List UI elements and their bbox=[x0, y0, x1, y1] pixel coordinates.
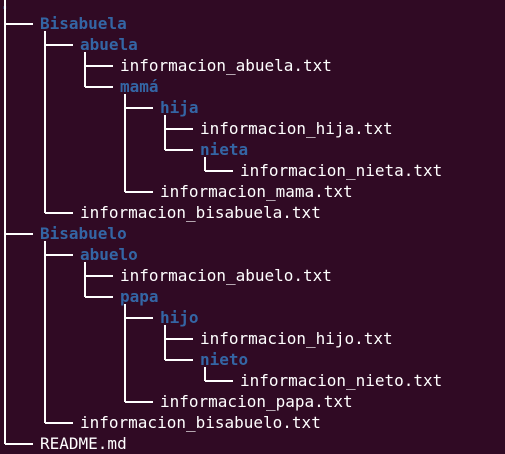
tree-directory-entry: hijo bbox=[160, 307, 199, 327]
tree-file-entry: informacion_mama.txt bbox=[160, 181, 353, 201]
tree-file-entry: informacion_hija.txt bbox=[200, 118, 393, 138]
tree-directory-entry: hija bbox=[160, 97, 199, 117]
tree-directory-entry: mamá bbox=[120, 76, 159, 96]
tree-directory-entry: abuelo bbox=[80, 244, 138, 264]
terminal-window[interactable]: . Bisabuela abuela informacion_abuela.txt m… bbox=[0, 0, 505, 454]
tree-directory-entry: nieto bbox=[200, 349, 249, 369]
tree-file-entry: README.md bbox=[40, 433, 127, 453]
tree-file-entry: informacion_papa.txt bbox=[160, 391, 353, 411]
tree-file-entry: informacion_nieto.txt bbox=[240, 370, 443, 390]
tree-directory-entry: nieta bbox=[200, 139, 249, 159]
tree-file-entry: informacion_bisabuelo.txt bbox=[80, 412, 321, 432]
tree-directory-entry: papa bbox=[120, 286, 159, 306]
tree-file-entry: informacion_abuela.txt bbox=[120, 55, 332, 75]
tree-directory-entry: Bisabuelo bbox=[40, 223, 127, 243]
tree-directory-entry: abuela bbox=[80, 34, 138, 54]
tree-root-label: . bbox=[0, 0, 10, 13]
tree-file-entry: informacion_hijo.txt bbox=[200, 328, 393, 348]
tree-directory-entry: Bisabuela bbox=[40, 13, 127, 33]
tree-file-entry: informacion_bisabuela.txt bbox=[80, 202, 321, 222]
tree-file-entry: informacion_nieta.txt bbox=[240, 160, 443, 180]
tree-file-entry: informacion_abuelo.txt bbox=[120, 265, 332, 285]
